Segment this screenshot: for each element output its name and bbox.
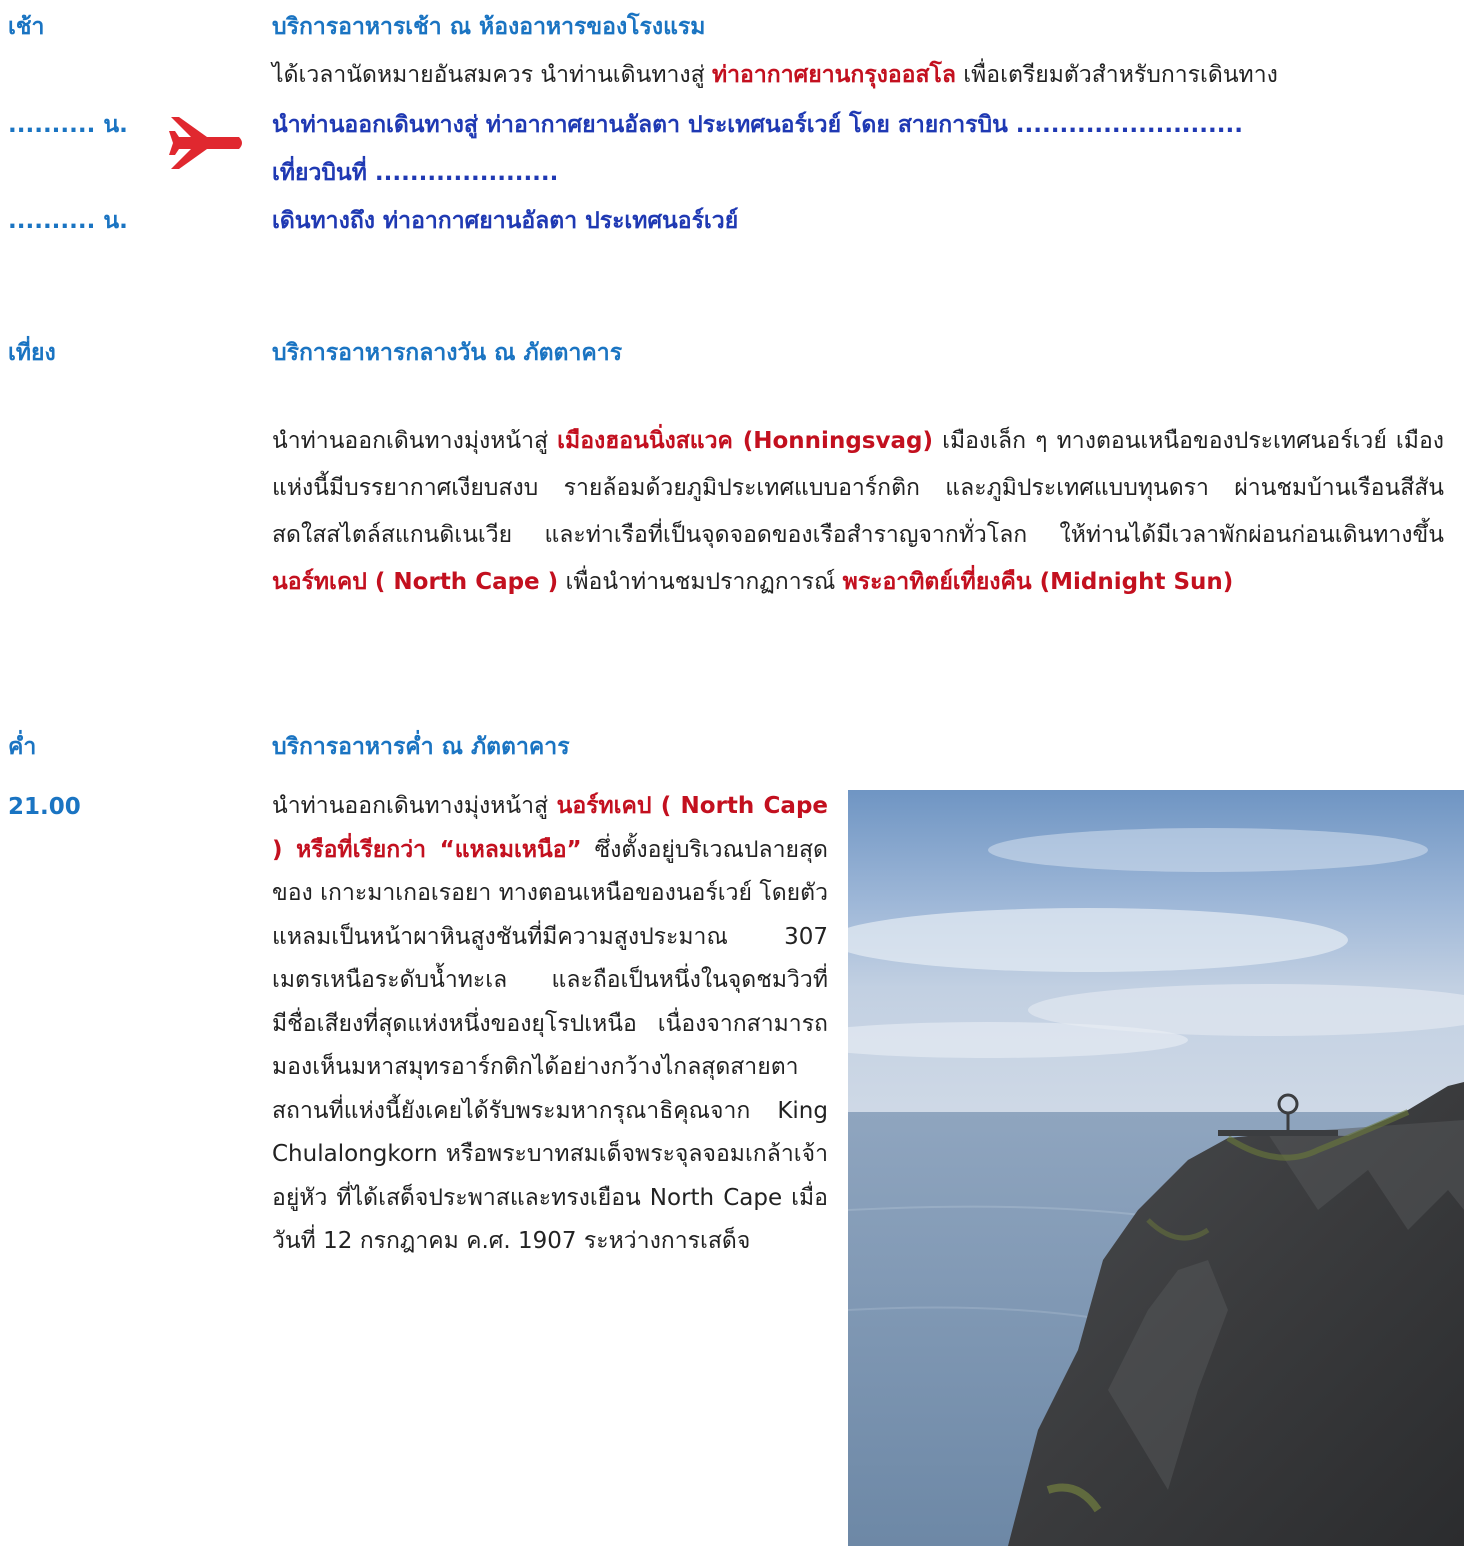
north-cape-description: นำท่านออกเดินทางมุ่งหน้าสู่ นอร์ทเคป ( N…	[272, 785, 828, 1264]
time-label-lunch: เที่ยง	[8, 340, 56, 366]
time-label-evening: 21.00	[8, 794, 81, 820]
lunch-text-mid2: เพื่อนำท่านชมปรากฏการณ์	[558, 569, 843, 595]
time-label-departure: .......... น.	[8, 112, 128, 138]
north-cape-photo	[848, 790, 1464, 1546]
oslo-airport-highlight: ท่าอากาศยานกรุงออสโล	[711, 62, 956, 88]
flight-line-2: เที่ยวบินที่ .....................	[272, 160, 559, 186]
breakfast-text-end: เพื่อเตรียมตัวสำหรับการเดินทาง	[955, 62, 1278, 88]
honningsvag-highlight: เมืองฮอนนิ่งสแวค (Honningsvag)	[557, 428, 933, 454]
breakfast-description: ได้เวลานัดหมายอันสมควร นำท่านเดินทางสู่ …	[272, 60, 1278, 90]
airplane-icon	[169, 117, 242, 169]
breakfast-text: ได้เวลานัดหมายอันสมควร นำท่านเดินทางสู่	[272, 62, 712, 88]
breakfast-title: บริการอาหารเช้า ณ ห้องอาหารของโรงแรม	[272, 14, 706, 40]
midnight-sun-highlight: พระอาทิตย์เที่ยงคืน (Midnight Sun)	[842, 569, 1234, 595]
time-label-breakfast: เช้า	[8, 14, 45, 40]
evening-body: ซึ่งตั้งอยู่บริเวณปลายสุดของ เกาะมาเกอเร…	[272, 836, 828, 1255]
arrival-text: เดินทางถึง ท่าอากาศยานอัลตา ประเทศนอร์เว…	[272, 208, 739, 234]
dinner-title: บริการอาหารค่ำ ณ ภัตตาคาร	[272, 734, 570, 760]
time-label-dinner: ค่ำ	[8, 734, 37, 760]
lunch-description: นำท่านออกเดินทางมุ่งหน้าสู่ เมืองฮอนนิ่ง…	[272, 418, 1444, 606]
north-cape-highlight: นอร์ทเคป ( North Cape )	[272, 569, 559, 595]
flight-line-1: นำท่านออกเดินทางสู่ ท่าอากาศยานอัลตา ประ…	[272, 112, 1243, 138]
time-label-arrival: .......... น.	[8, 208, 128, 234]
evening-text: นำท่านออกเดินทางมุ่งหน้าสู่	[272, 793, 557, 819]
lunch-text: นำท่านออกเดินทางมุ่งหน้าสู่	[272, 428, 558, 454]
lunch-title: บริการอาหารกลางวัน ณ ภัตตาคาร	[272, 340, 623, 366]
